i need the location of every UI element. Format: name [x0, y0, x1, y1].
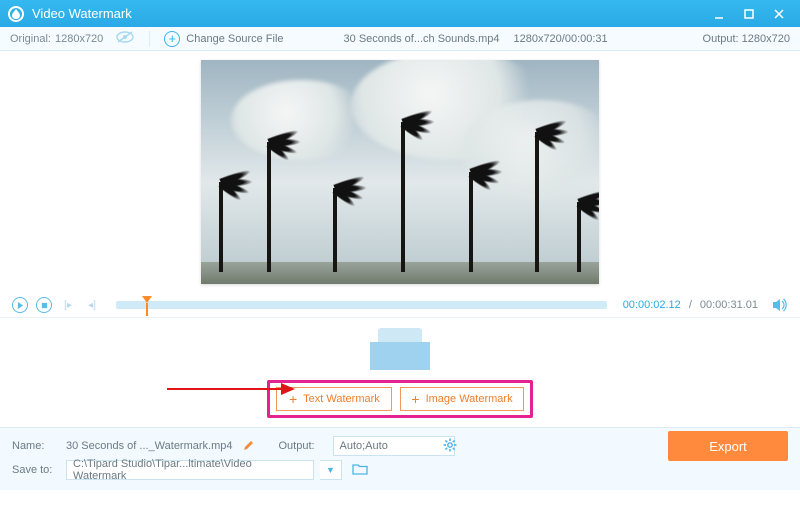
- output-settings-icon[interactable]: [443, 438, 457, 455]
- source-meta: 1280x720/00:00:31: [513, 33, 607, 45]
- text-watermark-label: Text Watermark: [303, 393, 380, 405]
- plus-icon: +: [411, 392, 419, 406]
- volume-icon[interactable]: [772, 297, 788, 313]
- close-button[interactable]: [764, 5, 794, 23]
- time-separator: /: [689, 299, 692, 311]
- mark-in-button[interactable]: [▸: [60, 297, 76, 313]
- stop-button[interactable]: [36, 297, 52, 313]
- video-preview-area: [0, 51, 800, 293]
- total-time: 00:00:31.01: [700, 299, 758, 311]
- watermark-buttons-highlight: + Text Watermark + Image Watermark: [267, 380, 532, 418]
- inbox-icon: [370, 328, 430, 370]
- name-label: Name:: [12, 440, 60, 452]
- app-logo-icon: [8, 6, 24, 22]
- app-title: Video Watermark: [32, 6, 704, 21]
- add-source-icon[interactable]: +: [164, 31, 180, 47]
- source-filename: 30 Seconds of...ch Sounds.mp4: [344, 33, 500, 45]
- play-button[interactable]: [12, 297, 28, 313]
- original-label: Original:: [10, 33, 51, 45]
- output-filename: 30 Seconds of ..._Watermark.mp4: [66, 440, 233, 452]
- save-path-field[interactable]: C:\Tipard Studio\Tipar...ltimate\Video W…: [66, 460, 314, 480]
- title-bar: Video Watermark: [0, 0, 800, 27]
- preview-toggle-icon[interactable]: [115, 31, 135, 46]
- mark-out-button[interactable]: ◂]: [84, 297, 100, 313]
- watermark-panel: + Text Watermark + Image Watermark: [0, 317, 800, 427]
- timeline-track[interactable]: [116, 301, 607, 309]
- export-button[interactable]: Export: [668, 431, 788, 461]
- video-frame[interactable]: [201, 60, 599, 284]
- output-format-label: Output:: [279, 440, 327, 452]
- original-resolution: 1280x720: [55, 33, 103, 45]
- maximize-button[interactable]: [734, 5, 764, 23]
- output-format-field[interactable]: Auto;Auto: [333, 436, 455, 456]
- edit-name-icon[interactable]: [243, 439, 255, 454]
- image-watermark-label: Image Watermark: [426, 393, 513, 405]
- save-path-dropdown[interactable]: ▼: [320, 460, 342, 480]
- playhead-icon[interactable]: [142, 296, 152, 303]
- bottom-bar: Name: 30 Seconds of ..._Watermark.mp4 Ou…: [0, 427, 800, 490]
- minimize-button[interactable]: [704, 5, 734, 23]
- save-to-label: Save to:: [12, 464, 60, 476]
- open-folder-icon[interactable]: [352, 463, 368, 478]
- change-source-button[interactable]: Change Source File: [186, 33, 283, 45]
- image-watermark-button[interactable]: + Image Watermark: [400, 387, 523, 411]
- current-time: 00:00:02.12: [623, 299, 681, 311]
- annotation-arrow-icon: [165, 380, 295, 401]
- output-label: Output: 1280x720: [703, 33, 790, 45]
- playback-controls: [▸ ◂] 00:00:02.12 / 00:00:31.01: [0, 293, 800, 317]
- info-bar: Original: 1280x720 + Change Source File …: [0, 27, 800, 51]
- divider: [149, 31, 150, 47]
